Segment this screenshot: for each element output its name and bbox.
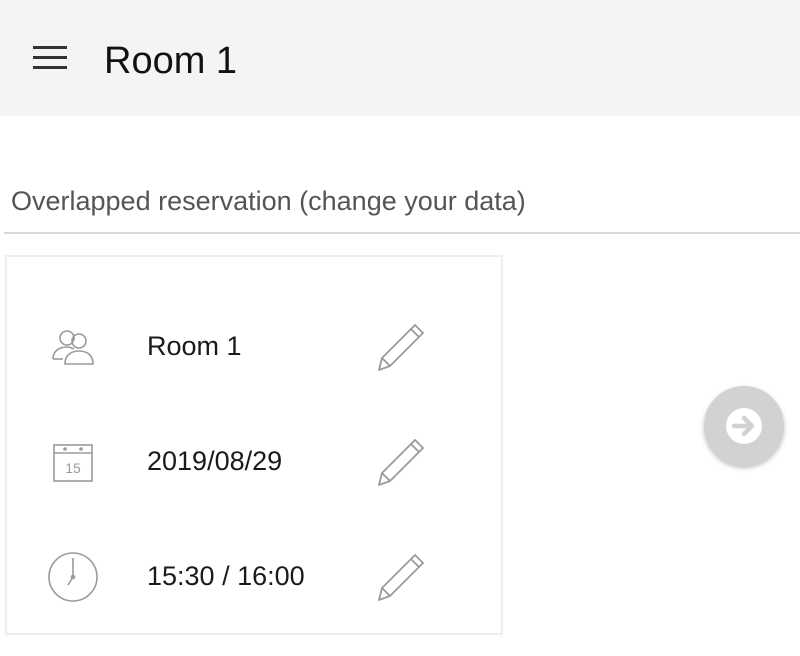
app-bar: Room 1 (0, 0, 800, 116)
menu-button[interactable] (24, 36, 76, 80)
room-row: Room 1 (7, 305, 501, 385)
divider (4, 232, 800, 234)
room-value: Room 1 (147, 331, 242, 361)
edit-time-button[interactable] (369, 545, 433, 609)
date-row: 15 2019/08/29 (7, 420, 501, 500)
arrow-right-icon (726, 408, 762, 444)
time-value: 15:30 / 16:00 (147, 561, 305, 591)
calendar-icon: 15 (45, 434, 101, 490)
page-title: Room 1 (104, 40, 238, 82)
edit-date-button[interactable] (369, 430, 433, 494)
edit-room-button[interactable] (369, 315, 433, 379)
clock-icon (45, 549, 101, 605)
overlap-warning-message: Overlapped reservation (change your data… (11, 186, 526, 216)
reservation-card: Room 1 15 2019/08/29 15:30 / 16:00 (5, 255, 503, 635)
pencil-icon (378, 324, 424, 371)
pencil-icon (378, 439, 424, 486)
hamburger-menu-icon (33, 46, 67, 69)
time-row: 15:30 / 16:00 (7, 535, 501, 615)
pencil-icon (378, 554, 424, 601)
next-button[interactable] (704, 386, 784, 466)
date-value: 2019/08/29 (147, 446, 283, 476)
people-icon (45, 319, 101, 375)
calendar-day-text: 15 (65, 460, 81, 476)
